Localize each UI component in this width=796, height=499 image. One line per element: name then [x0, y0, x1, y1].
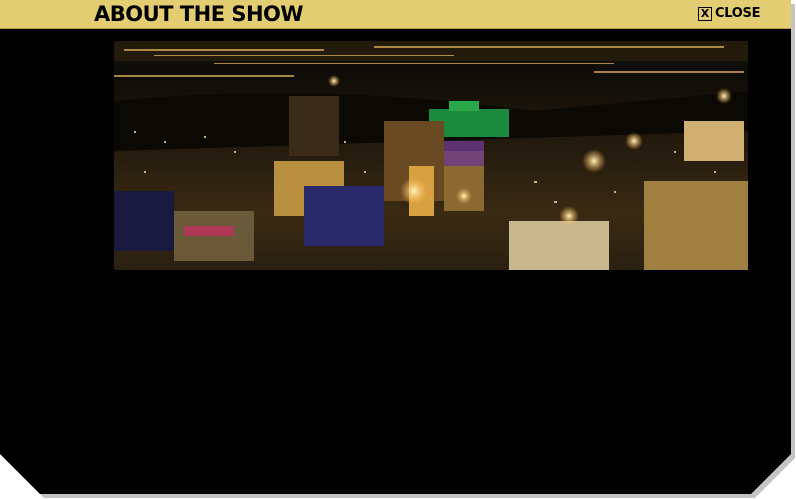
close-icon[interactable]: X: [698, 7, 712, 21]
dialog-title: ABOUT THE SHOW: [94, 2, 304, 26]
city-night-photo: [114, 41, 748, 270]
about-dialog: ABOUT THE SHOW X CLOSE: [0, 0, 791, 494]
title-bar: ABOUT THE SHOW X CLOSE: [0, 0, 791, 29]
close-button[interactable]: X CLOSE: [698, 6, 760, 21]
close-label[interactable]: CLOSE: [715, 6, 760, 21]
